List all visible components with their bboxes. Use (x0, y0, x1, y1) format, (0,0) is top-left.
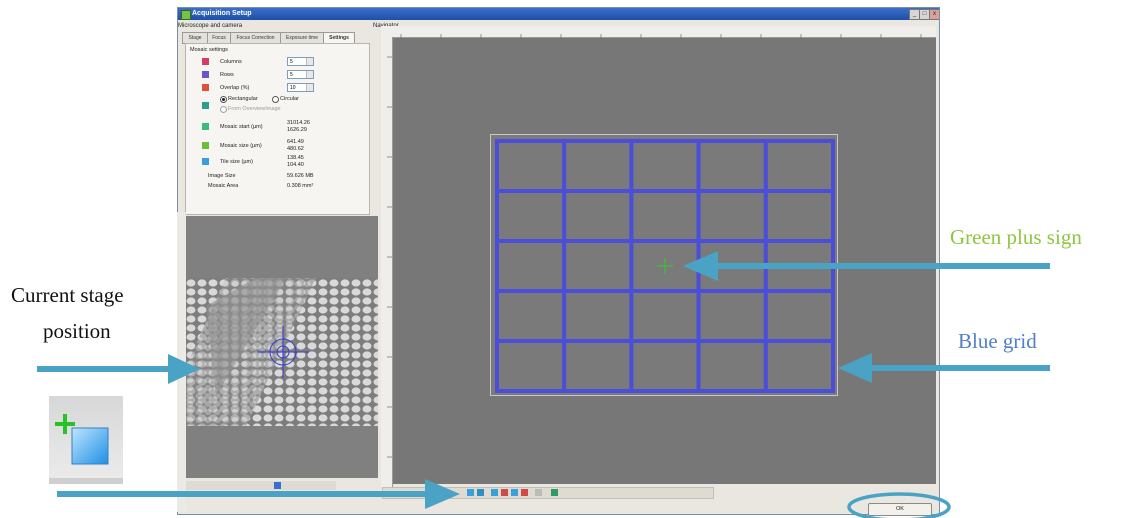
arrow-add-tile-head (425, 479, 460, 509)
annotation-arrows (37, 251, 1050, 518)
arrow-current-stage-head (168, 354, 200, 384)
arrow-green-plus-head (683, 251, 718, 281)
arrow-blue-grid-head (838, 353, 872, 383)
ok-highlight-circle (847, 492, 951, 518)
